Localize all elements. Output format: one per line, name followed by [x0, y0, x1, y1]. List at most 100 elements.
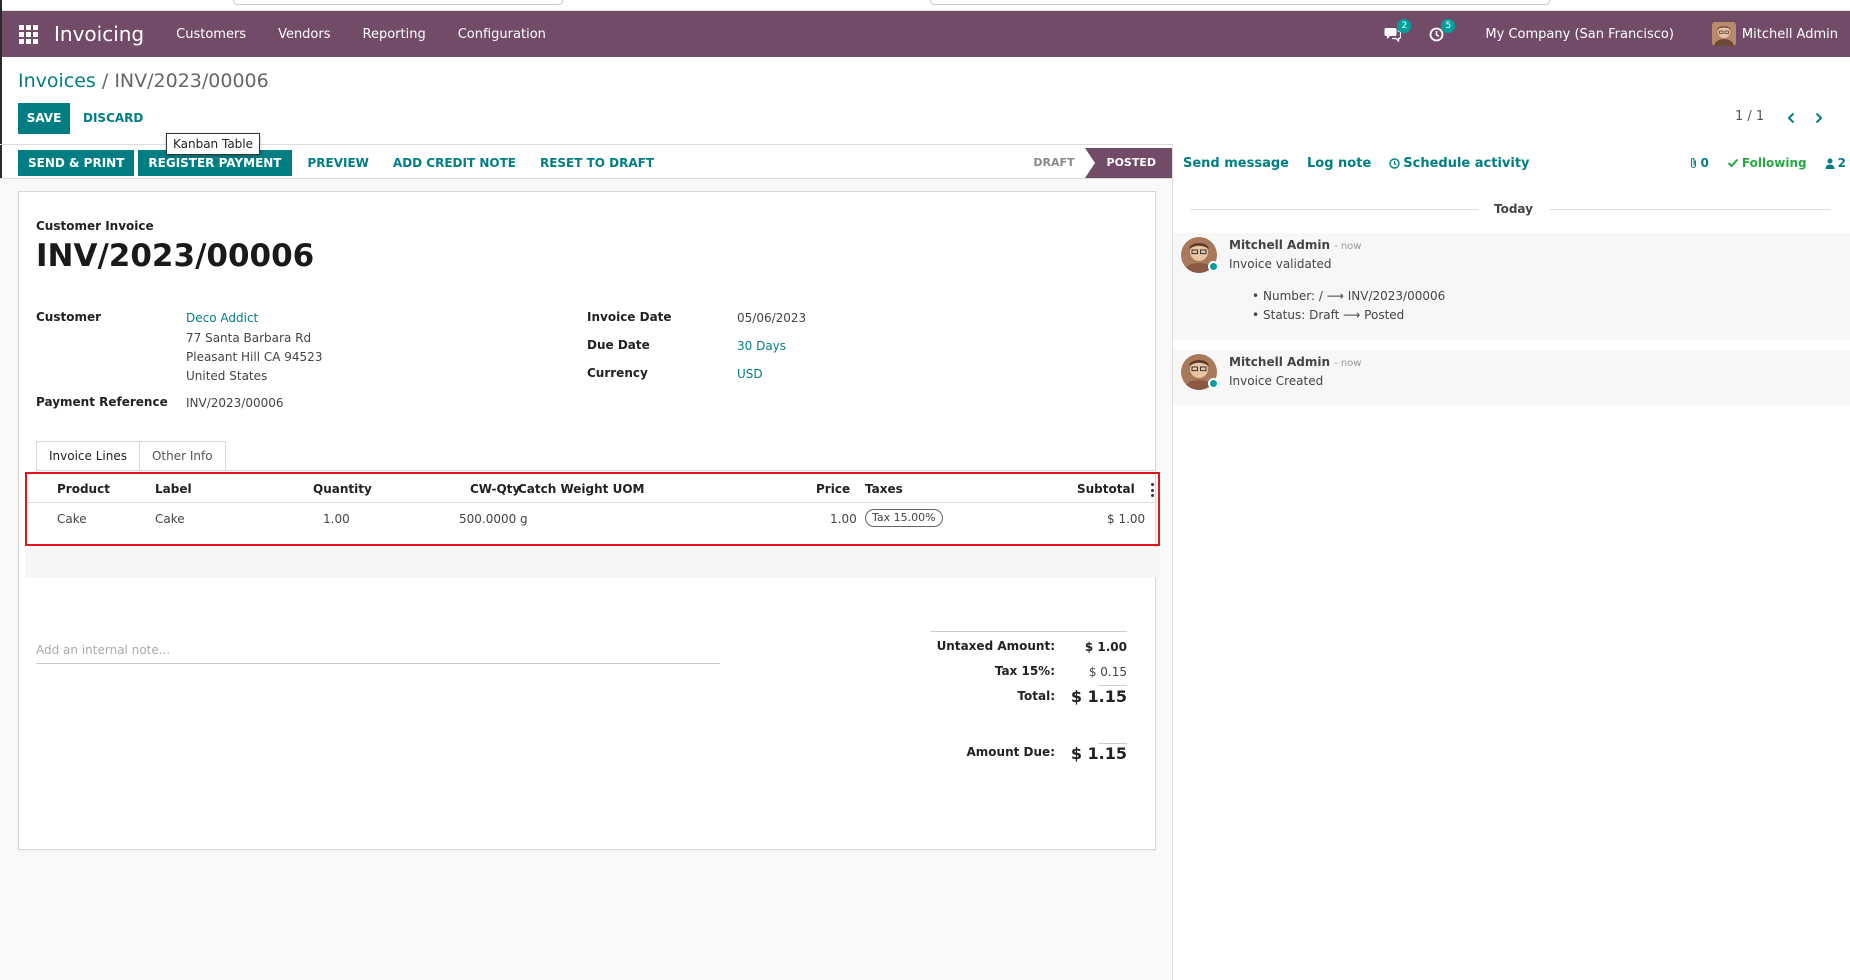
tab-underline: [36, 470, 1156, 471]
amount-due-label: Amount Due:: [966, 745, 1055, 759]
pager-next-button[interactable]: [1809, 104, 1829, 132]
clock-icon: [1389, 157, 1400, 169]
tab-invoice-lines[interactable]: Invoice Lines: [36, 441, 140, 471]
message-body: Invoice Created: [1229, 374, 1324, 388]
column-catch-weight-uom[interactable]: Catch Weight UOM: [518, 482, 644, 496]
currency-label: Currency: [587, 366, 648, 380]
totals-top-divider: [931, 631, 1127, 632]
amount-due-value: $ 1.15: [1070, 744, 1127, 763]
online-status-dot: [1208, 378, 1219, 389]
pager-previous-button[interactable]: [1781, 104, 1801, 132]
online-status-dot: [1208, 261, 1219, 272]
internal-note-field[interactable]: Add an internal note...: [36, 637, 720, 664]
optional-columns-kebab-icon[interactable]: [1149, 483, 1155, 497]
date-separator-label: Today: [1478, 202, 1549, 216]
send-message-button[interactable]: Send message: [1183, 156, 1289, 171]
menu-configuration[interactable]: Configuration: [458, 27, 546, 42]
navbar-systray: 2 5 My Company (San Francisco) Mitchell …: [1381, 11, 1850, 57]
activities-badge: 5: [1441, 19, 1456, 33]
paperclip-icon: [1690, 158, 1696, 169]
add-credit-note-button[interactable]: ADD CREDIT NOTE: [381, 150, 528, 176]
attachments-button[interactable]: 0: [1689, 156, 1709, 170]
company-switcher[interactable]: My Company (San Francisco): [1485, 27, 1673, 42]
check-icon: [1727, 158, 1739, 168]
column-subtotal[interactable]: Subtotal: [1077, 482, 1135, 496]
chevron-left-icon: [1787, 112, 1795, 124]
column-label[interactable]: Label: [155, 482, 192, 496]
header-separator: [27, 502, 1158, 503]
app-name[interactable]: Invoicing: [54, 22, 144, 46]
message-time: - now: [1334, 241, 1362, 252]
invoice-lines-table: Product Label Quantity CW-Qty Catch Weig…: [25, 472, 1160, 546]
total-value: $ 1.15: [1070, 687, 1127, 706]
column-taxes[interactable]: Taxes: [865, 482, 903, 496]
schedule-activity-label: Schedule activity: [1403, 155, 1530, 171]
line-price[interactable]: 1.00: [830, 512, 857, 526]
top-navbar: Invoicing Customers Vendors Reporting Co…: [2, 11, 1850, 57]
save-button[interactable]: SAVE: [18, 103, 70, 134]
column-cw-qty[interactable]: CW-Qty: [470, 482, 520, 496]
user-menu[interactable]: Mitchell Admin: [1711, 22, 1838, 46]
customer-address-line1: 77 Santa Barbara Rd: [186, 331, 312, 345]
browser-top-strip: [0, 0, 1850, 11]
customer-name-link[interactable]: Deco Addict: [186, 309, 258, 328]
line-quantity[interactable]: 1.00: [323, 512, 350, 526]
customer-address-line3: United States: [186, 369, 268, 383]
line-product[interactable]: Cake: [57, 512, 87, 526]
total-divider: [1099, 685, 1127, 686]
column-product[interactable]: Product: [57, 482, 110, 496]
user-icon: [1825, 158, 1835, 169]
due-date-value[interactable]: 30 Days: [737, 337, 786, 356]
form-tabs: Invoice Lines Other Info: [36, 441, 226, 471]
chatter-message[interactable]: Mitchell Admin- now Invoice validated Nu…: [1173, 233, 1850, 340]
tracking-value-number: Number: / ⟶ INV/2023/00006: [1252, 289, 1445, 303]
menu-reporting[interactable]: Reporting: [363, 27, 426, 42]
customer-label: Customer: [36, 310, 102, 324]
breadcrumb-separator: /: [95, 70, 115, 92]
discard-button[interactable]: DISCARD: [83, 103, 143, 134]
invoice-date-value[interactable]: 05/06/2023: [737, 309, 806, 328]
activities-clock-icon[interactable]: 5: [1425, 19, 1456, 45]
line-cw-uom[interactable]: g: [520, 512, 528, 526]
breadcrumb-invoices-link[interactable]: Invoices: [18, 70, 96, 92]
attachments-count: 0: [1700, 156, 1709, 170]
stage-posted[interactable]: POSTED: [1084, 148, 1172, 178]
column-price[interactable]: Price: [816, 482, 850, 496]
send-and-print-button[interactable]: SEND & PRINT: [18, 150, 135, 176]
tooltip: Kanban Table: [166, 133, 260, 155]
currency-value[interactable]: USD: [737, 365, 763, 384]
line-tax-tag[interactable]: Tax 15.00%: [865, 509, 943, 527]
pager-value[interactable]: 1 / 1: [1735, 109, 1764, 124]
total-label: Total:: [1017, 689, 1055, 703]
menu-vendors[interactable]: Vendors: [278, 27, 330, 42]
schedule-activity-button[interactable]: Schedule activity: [1389, 155, 1530, 171]
line-cw-qty[interactable]: 500.0000: [459, 512, 516, 526]
message-author[interactable]: Mitchell Admin - now: [1229, 238, 1361, 252]
top-strip-segment: [233, 0, 563, 5]
add-line-area[interactable]: [25, 548, 1160, 578]
preview-button[interactable]: PREVIEW: [296, 150, 381, 176]
top-strip-segment: [930, 0, 1550, 5]
invoice-sheet: Customer Invoice INV/2023/00006 Customer…: [18, 191, 1160, 850]
payment-reference-value[interactable]: INV/2023/00006: [186, 394, 284, 413]
reset-to-draft-button[interactable]: RESET TO DRAFT: [528, 150, 666, 176]
column-quantity[interactable]: Quantity: [313, 482, 372, 496]
message-body: Invoice validated: [1229, 257, 1332, 271]
tab-other-info[interactable]: Other Info: [138, 441, 226, 471]
messages-badge: 2: [1397, 19, 1412, 33]
menu-customers[interactable]: Customers: [176, 27, 246, 42]
status-stages: DRAFT POSTED: [1023, 148, 1172, 178]
apps-grid-icon[interactable]: [18, 24, 38, 44]
chatter-message[interactable]: Mitchell Admin - now Invoice Created: [1173, 350, 1850, 405]
log-note-button[interactable]: Log note: [1307, 156, 1371, 171]
following-button[interactable]: Following: [1727, 156, 1807, 170]
message-time: - now: [1334, 358, 1362, 369]
message-author[interactable]: Mitchell Admin - now: [1229, 355, 1361, 369]
untaxed-amount-value: $ 1.00: [1084, 640, 1127, 654]
line-label[interactable]: Cake: [155, 512, 185, 526]
stage-draft[interactable]: DRAFT: [1023, 148, 1084, 178]
followers-button[interactable]: 2: [1825, 156, 1846, 170]
messages-icon[interactable]: 2: [1381, 19, 1412, 45]
following-label: Following: [1741, 156, 1807, 170]
invoice-type-label: Customer Invoice: [36, 219, 154, 233]
